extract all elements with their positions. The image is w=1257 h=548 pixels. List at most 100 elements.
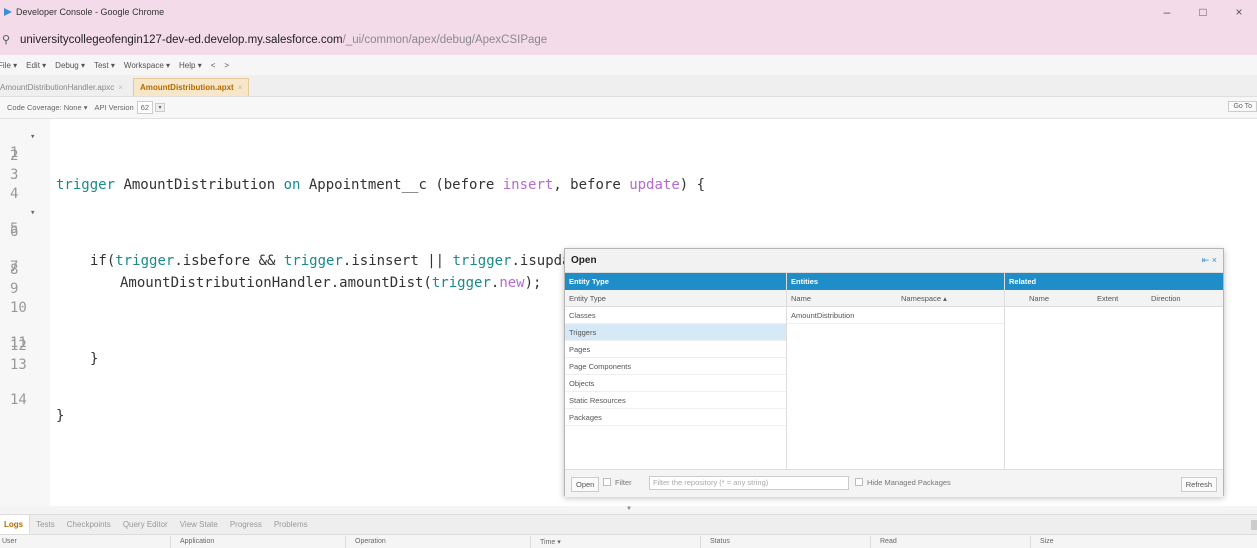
code-coverage-label: Code Coverage: None [7, 103, 82, 112]
line-number: 4 [10, 186, 19, 202]
dialog-title-bar[interactable]: Open ⇤ × [565, 249, 1223, 273]
column-read[interactable]: Read [880, 538, 897, 545]
api-version-select[interactable]: 62 [136, 101, 154, 114]
column-header[interactable]: Name Extent Direction [1005, 290, 1223, 307]
column-time[interactable]: Time ▾ [540, 538, 561, 546]
column-label: Entity Type [569, 294, 606, 303]
panel-header: Entities [787, 273, 1004, 290]
open-button[interactable]: Open [571, 477, 600, 492]
refresh-button[interactable]: Refresh [1180, 477, 1217, 492]
hide-managed-checkbox[interactable] [855, 478, 863, 486]
address-bar[interactable]: ⚲ universitycollegeofengin127-dev-ed.dev… [0, 24, 1257, 55]
menu-edit[interactable]: Edit ▾ [26, 61, 46, 70]
entity-type-pages[interactable]: Pages [565, 341, 786, 358]
entity-type-page-components[interactable]: Page Components [565, 358, 786, 375]
code-token: } [56, 408, 65, 424]
line-number: 8 [10, 262, 19, 278]
column-name[interactable]: Name [1029, 294, 1049, 303]
entity-type-objects[interactable]: Objects [565, 375, 786, 392]
menu-bar: File ▾ Edit ▾ Debug ▾ Test ▾ Workspace ▾… [0, 55, 1257, 75]
url-text[interactable]: universitycollegeofengin127-dev-ed.devel… [20, 34, 547, 46]
column-size[interactable]: Size [1040, 538, 1054, 545]
minimize-button[interactable]: – [1149, 0, 1185, 24]
line-number: 3 [10, 167, 19, 183]
panel-header: Entity Type [565, 273, 786, 290]
line-number: 13 [10, 357, 27, 373]
nav-back-button[interactable]: < [211, 61, 216, 70]
line-number: 10 [10, 300, 27, 316]
code-line: 1 ▾ trigger AmountDistribution on Appoin… [0, 129, 1257, 193]
logs-table-header: User Application Operation Time ▾ Status… [0, 534, 1257, 548]
close-tab-icon[interactable]: × [238, 83, 243, 92]
menu-test[interactable]: Test ▾ [94, 61, 115, 70]
chevron-down-icon[interactable]: ▾ [155, 103, 166, 112]
dialog-close-icon[interactable]: ⇤ × [1202, 255, 1217, 266]
column-namespace[interactable]: Namespace ▴ [901, 294, 947, 303]
column-header[interactable]: Name Namespace ▴ [787, 290, 1004, 307]
menu-workspace[interactable]: Workspace ▾ [124, 61, 170, 70]
entity-type-static-resources[interactable]: Static Resources [565, 392, 786, 409]
column-application[interactable]: Application [180, 538, 214, 545]
code-line: 5 ▾ if(trigger.isbefore && trigger.isins… [0, 205, 1257, 269]
column-name[interactable]: Name [791, 294, 811, 303]
panel-splitter[interactable]: ▼ [0, 506, 1257, 514]
tab-amount-distribution-trigger[interactable]: AmountDistribution.apxt × [132, 78, 250, 96]
line-number: 9 [10, 281, 19, 297]
tab-tests[interactable]: Tests [30, 520, 61, 529]
filter-checkbox[interactable] [603, 478, 611, 486]
goto-button[interactable]: Go To [1228, 101, 1257, 112]
column-direction[interactable]: Direction [1151, 294, 1181, 303]
filter-label: Filter [615, 478, 632, 487]
column-divider [530, 536, 531, 548]
entity-row[interactable]: AmountDistribution [787, 307, 1004, 324]
fold-toggle-icon[interactable]: ▾ [30, 132, 35, 142]
editor-options-bar: Code Coverage: None ▾ API Version 62 ▾ G… [0, 97, 1257, 119]
related-panel: Related Name Extent Direction [1005, 273, 1223, 469]
tab-progress[interactable]: Progress [224, 520, 268, 529]
dialog-title: Open [571, 255, 597, 266]
dialog-footer: Open Filter Filter the repository (* = a… [565, 469, 1223, 497]
tab-checkpoints[interactable]: Checkpoints [61, 520, 117, 529]
open-dialog: Open ⇤ × Entity Type Entity Type Classes… [564, 248, 1224, 497]
menu-help[interactable]: Help ▾ [179, 61, 202, 70]
column-extent[interactable]: Extent [1097, 294, 1118, 303]
column-divider [870, 536, 871, 548]
tab-problems[interactable]: Problems [268, 520, 314, 529]
code-line: 3 [0, 167, 1257, 186]
url-host: universitycollegeofengin127-dev-ed.devel… [20, 33, 343, 46]
entity-type-panel: Entity Type Entity Type Classes Triggers… [565, 273, 787, 469]
bottom-panel-tabs: Logs Tests Checkpoints Query Editor View… [0, 514, 1257, 535]
tab-query-editor[interactable]: Query Editor [117, 520, 174, 529]
column-status[interactable]: Status [710, 538, 730, 545]
entity-type-packages[interactable]: Packages [565, 409, 786, 426]
line-number: 14 [10, 392, 27, 408]
line-number: 12 [10, 338, 27, 354]
maximize-button[interactable]: □ [1185, 0, 1221, 24]
api-version-label: API Version [94, 103, 134, 112]
chevron-down-icon[interactable]: ▼ [626, 506, 632, 512]
close-tab-icon[interactable]: × [118, 83, 123, 92]
column-operation[interactable]: Operation [355, 538, 386, 545]
menu-file[interactable]: File ▾ [0, 61, 17, 70]
nav-forward-button[interactable]: > [224, 61, 229, 70]
column-divider [170, 536, 171, 548]
close-window-button[interactable]: × [1221, 0, 1257, 24]
column-user[interactable]: User [2, 538, 17, 545]
code-line: 6 [0, 224, 1257, 243]
tab-logs[interactable]: Logs [0, 514, 31, 535]
code-line: 4 [0, 186, 1257, 205]
code-coverage-select[interactable]: Code Coverage: None ▾ [7, 103, 88, 112]
entity-type-classes[interactable]: Classes [565, 307, 786, 324]
entity-type-triggers[interactable]: Triggers [565, 324, 786, 341]
menu-debug[interactable]: Debug ▾ [55, 61, 85, 70]
column-divider [1030, 536, 1031, 548]
tab-label: AmountDistributionHandler.apxc [0, 82, 115, 92]
tab-amount-distribution-handler[interactable]: AmountDistributionHandler.apxc × [0, 78, 129, 96]
filter-input[interactable]: Filter the repository (* = any string) [649, 476, 849, 490]
fold-toggle-icon[interactable]: ▾ [30, 208, 35, 218]
column-header[interactable]: Entity Type [565, 290, 786, 307]
window-title-bar: Developer Console - Google Chrome – □ × [0, 0, 1257, 24]
tab-view-state[interactable]: View State [174, 520, 224, 529]
panel-header: Related [1005, 273, 1223, 290]
site-info-icon[interactable]: ⚲ [2, 33, 14, 46]
